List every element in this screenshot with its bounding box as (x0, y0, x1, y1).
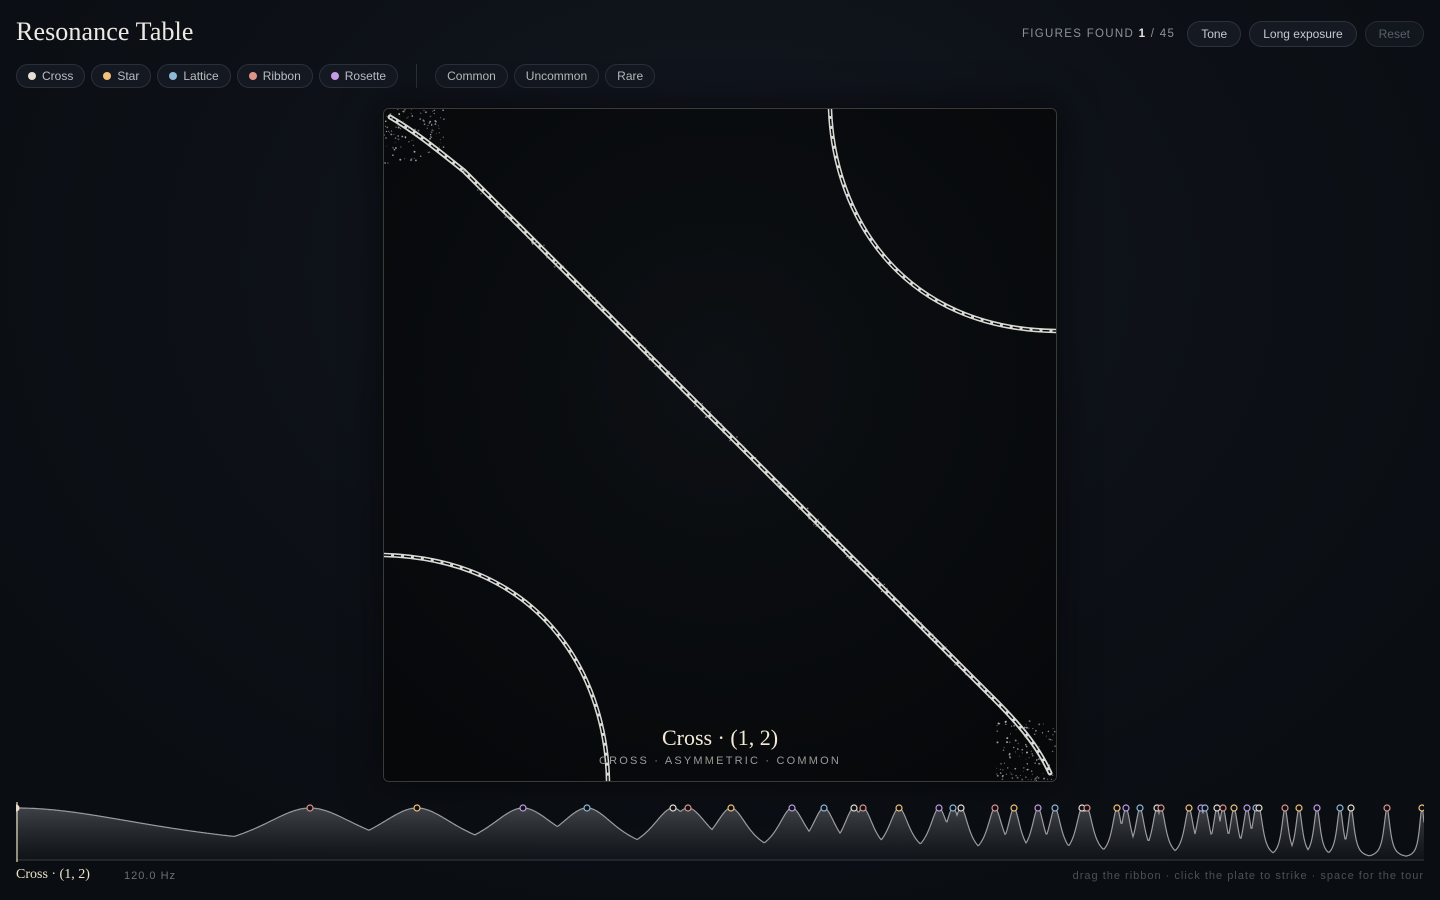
filter-rosette-label: Rosette (344, 69, 387, 83)
figure-marker[interactable] (727, 804, 735, 812)
figure-marker[interactable] (788, 804, 796, 812)
filter-rare[interactable]: Rare (605, 64, 656, 88)
filter-lattice-label: Lattice (183, 69, 219, 83)
chladni-plate[interactable]: Cross · (1, 2) CROSS · ASYMMETRIC · COMM… (383, 108, 1057, 782)
top-controls: FIGURES FOUND 1 / 45 Tone Long exposure … (1022, 21, 1424, 47)
figure-marker[interactable] (957, 804, 965, 812)
figure-marker[interactable] (1010, 804, 1018, 812)
filter-star[interactable]: Star (91, 64, 152, 88)
figure-marker[interactable] (1113, 804, 1121, 812)
filter-uncommon[interactable]: Uncommon (513, 64, 600, 88)
ribbon-color-dot (248, 72, 257, 80)
figure-marker[interactable] (991, 804, 999, 812)
figure-marker[interactable] (1347, 804, 1355, 812)
filter-rosette[interactable]: Rosette (318, 64, 399, 88)
figure-marker[interactable] (1295, 804, 1303, 812)
figure-marker[interactable] (1136, 804, 1144, 812)
counter-separator: / (1150, 28, 1156, 40)
figure-marker[interactable] (1034, 804, 1042, 812)
figure-marker[interactable] (1051, 804, 1059, 812)
figure-marker[interactable] (1336, 804, 1344, 812)
figure-marker[interactable] (1230, 804, 1238, 812)
figure-marker[interactable] (1201, 804, 1209, 812)
figure-marker[interactable] (1213, 804, 1221, 812)
figure-marker[interactable] (519, 804, 527, 812)
figures-found-counter: FIGURES FOUND 1 / 45 (1022, 28, 1175, 40)
figure-marker[interactable] (1255, 804, 1263, 812)
rosette-color-dot (330, 72, 339, 80)
filter-cross-label: Cross (42, 69, 74, 83)
lattice-color-dot (169, 72, 178, 80)
plate-caption: Cross · (1, 2) CROSS · ASYMMETRIC · COMM… (384, 725, 1056, 767)
figure-marker[interactable] (413, 804, 421, 812)
counter-label: FIGURES FOUND (1021, 28, 1135, 40)
figure-marker[interactable] (935, 804, 943, 812)
nodal-pattern (384, 109, 1056, 781)
figure-marker[interactable] (1281, 804, 1289, 812)
figure-marker[interactable] (684, 804, 692, 812)
usage-hint: drag the ribbon · click the plate to str… (1072, 870, 1424, 882)
spectrum-area (16, 808, 1424, 860)
figure-marker[interactable] (949, 804, 957, 812)
figure-marker[interactable] (1243, 804, 1251, 812)
reset-button[interactable]: Reset (1364, 21, 1424, 47)
figure-marker[interactable] (1418, 804, 1424, 812)
figure-marker[interactable] (1185, 804, 1193, 812)
filter-bar: Cross Star Lattice Ribbon Rosette Common… (16, 64, 656, 88)
figure-marker[interactable] (820, 804, 828, 812)
figure-marker[interactable] (895, 804, 903, 812)
current-frequency: 120.0 Hz (124, 870, 177, 882)
figure-marker[interactable] (1313, 804, 1321, 812)
filter-ribbon-label: Ribbon (262, 69, 301, 83)
current-figure: Cross · (1, 2) (16, 867, 90, 882)
filter-common[interactable]: Common (435, 64, 508, 88)
counter-found: 1 (1138, 28, 1147, 40)
figure-marker[interactable] (583, 804, 591, 812)
app-title: Resonance Table (16, 17, 194, 46)
tone-button[interactable]: Tone (1187, 21, 1242, 47)
frequency-ribbon[interactable] (16, 800, 1424, 864)
figure-marker[interactable] (1083, 804, 1091, 812)
figure-marker[interactable] (1219, 804, 1227, 812)
figure-marker[interactable] (859, 804, 867, 812)
long-exposure-button[interactable]: Long exposure (1249, 21, 1357, 47)
figure-marker[interactable] (1383, 804, 1391, 812)
figure-marker[interactable] (1122, 804, 1130, 812)
figure-marker[interactable] (850, 804, 858, 812)
counter-total: 45 (1159, 28, 1176, 40)
filter-cross[interactable]: Cross (16, 64, 86, 88)
filter-ribbon[interactable]: Ribbon (236, 64, 313, 88)
figure-classification: CROSS · ASYMMETRIC · COMMON (598, 755, 842, 767)
star-color-dot (103, 72, 112, 80)
figure-marker[interactable] (1157, 804, 1165, 812)
figure-name: Cross · (1, 2) (661, 725, 779, 750)
figure-marker[interactable] (16, 804, 20, 812)
filter-divider (416, 64, 418, 88)
filter-star-label: Star (117, 69, 140, 83)
filter-lattice[interactable]: Lattice (157, 64, 231, 88)
figure-marker[interactable] (669, 804, 677, 812)
cross-color-dot (28, 72, 36, 80)
figure-marker[interactable] (306, 804, 314, 812)
